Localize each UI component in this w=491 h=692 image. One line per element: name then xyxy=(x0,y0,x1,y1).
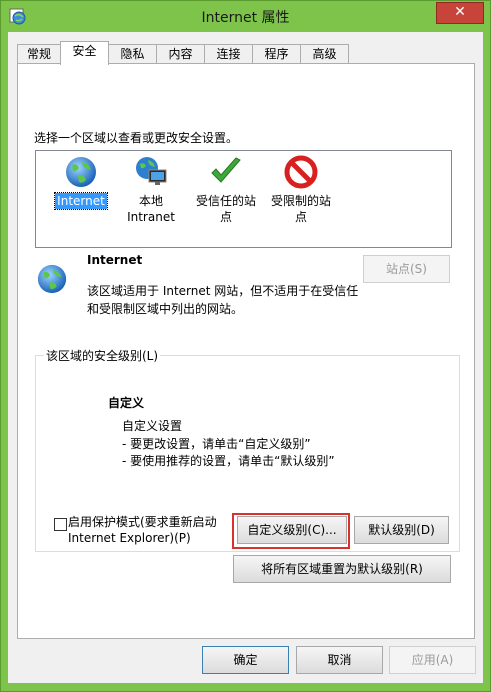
tab-advanced[interactable]: 高级 xyxy=(300,44,349,64)
tab-programs[interactable]: 程序 xyxy=(252,44,301,64)
zone-trusted-sites[interactable]: 受信任的站 点 xyxy=(186,155,266,225)
zone-title: Internet xyxy=(87,253,143,267)
checkmark-icon xyxy=(211,157,241,183)
close-button[interactable]: ✕ xyxy=(436,2,484,24)
security-level-name: 自定义 xyxy=(108,396,145,410)
zone-description-line2: 和受限制区域中列出的网站。 xyxy=(87,302,244,316)
apply-button[interactable]: 应用(A) xyxy=(389,646,476,674)
window-title: Internet 属性 xyxy=(201,10,290,26)
tab-general[interactable]: 常规 xyxy=(17,44,61,64)
zone-restricted-label-1: 受限制的站 xyxy=(270,194,331,208)
selected-zone-globe-icon xyxy=(37,264,67,294)
zone-description-line1: 该区域适用于 Internet 网站，但不适用于在受信任 xyxy=(87,284,359,298)
reset-all-zones-button[interactable]: 将所有区域重置为默认级别(R) xyxy=(233,555,451,583)
security-tab-panel: 选择一个区域以查看或更改安全设置。 Internet 本地 Intranet 受… xyxy=(17,63,475,639)
tab-security[interactable]: 安全 xyxy=(60,41,109,65)
default-level-button[interactable]: 默认级别(D) xyxy=(354,516,449,544)
zone-internet[interactable]: Internet xyxy=(41,155,121,210)
zone-intranet-label-1: 本地 xyxy=(138,194,163,208)
internet-properties-window: Internet 属性 ✕ 常规 安全 隐私 内容 连接 程序 高级 选择一个区… xyxy=(0,0,491,692)
zone-local-intranet[interactable]: 本地 Intranet xyxy=(111,155,191,225)
security-level-group-title: 该区域的安全级别(L) xyxy=(44,347,161,364)
cancel-button[interactable]: 取消 xyxy=(296,646,383,674)
prohibited-icon xyxy=(284,155,318,189)
highlight-box xyxy=(232,513,350,549)
zone-internet-label: Internet xyxy=(54,192,108,210)
protected-mode-checkbox[interactable] xyxy=(54,518,67,531)
security-level-desc-line2: - 要更改设置，请单击“自定义级别” xyxy=(122,437,311,451)
zone-intranet-label-2: Intranet xyxy=(127,210,175,224)
zone-prompt: 选择一个区域以查看或更改安全设置。 xyxy=(34,131,239,145)
zone-list[interactable]: Internet 本地 Intranet 受信任的站 点 受限制的站 点 xyxy=(35,150,452,248)
dialog-client-area: 常规 安全 隐私 内容 连接 程序 高级 选择一个区域以查看或更改安全设置。 I… xyxy=(8,32,483,683)
intranet-icon xyxy=(136,157,167,185)
tab-content[interactable]: 内容 xyxy=(156,44,205,64)
tab-privacy[interactable]: 隐私 xyxy=(108,44,157,64)
sites-button[interactable]: 站点(S) xyxy=(363,255,450,283)
security-level-desc-line1: 自定义设置 xyxy=(122,419,183,433)
zone-trusted-label-1: 受信任的站 xyxy=(195,194,256,208)
tab-connections[interactable]: 连接 xyxy=(204,44,253,64)
zone-trusted-label-2: 点 xyxy=(219,210,232,224)
protected-mode-label-line2[interactable]: Internet Explorer)(P) xyxy=(68,531,191,545)
title-bar[interactable]: Internet 属性 ✕ xyxy=(1,1,490,31)
ok-button[interactable]: 确定 xyxy=(202,646,289,674)
zone-restricted-sites[interactable]: 受限制的站 点 xyxy=(261,155,341,225)
protected-mode-label-line1[interactable]: 启用保护模式(要求重新启动 xyxy=(68,513,217,530)
globe-icon xyxy=(66,157,96,187)
zone-restricted-label-2: 点 xyxy=(294,210,307,224)
security-level-desc-line3: - 要使用推荐的设置，请单击“默认级别” xyxy=(122,454,335,468)
